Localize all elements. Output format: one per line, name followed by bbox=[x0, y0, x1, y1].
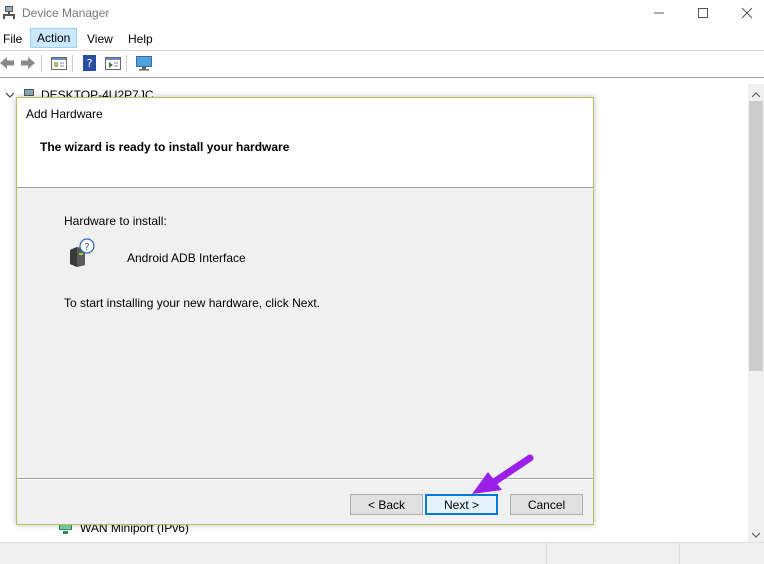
menu-bar: File Action View Help bbox=[0, 27, 764, 50]
svg-text:?: ? bbox=[84, 242, 89, 253]
help-icon[interactable]: ? bbox=[81, 54, 99, 72]
install-instruction: To start installing your new hardware, c… bbox=[64, 296, 321, 310]
status-pane bbox=[679, 543, 764, 564]
maximize-button[interactable] bbox=[680, 0, 726, 27]
close-icon bbox=[741, 7, 753, 19]
status-bar bbox=[0, 542, 764, 564]
minimize-button[interactable] bbox=[636, 0, 682, 27]
svg-text:?: ? bbox=[87, 57, 93, 70]
maximize-icon bbox=[698, 8, 708, 18]
toolbar-separator bbox=[126, 55, 127, 72]
properties-icon[interactable] bbox=[50, 54, 68, 72]
menu-help[interactable]: Help bbox=[122, 30, 159, 48]
toolbar-separator bbox=[72, 55, 73, 72]
dialog-title: Add Hardware bbox=[26, 107, 103, 121]
wizard-body: Hardware to install: ? Android ADB Inter… bbox=[17, 188, 593, 478]
forward-arrow-icon[interactable] bbox=[19, 54, 37, 72]
scroll-up-icon[interactable] bbox=[751, 88, 761, 98]
toolbar: ? bbox=[0, 51, 764, 76]
scrollbar-thumb[interactable] bbox=[749, 101, 763, 371]
close-button[interactable] bbox=[724, 0, 764, 27]
monitor-icon[interactable] bbox=[135, 54, 153, 72]
view-icon[interactable] bbox=[104, 54, 122, 72]
minimize-icon bbox=[654, 12, 664, 14]
hardware-to-install-label: Hardware to install: bbox=[64, 214, 167, 228]
device-manager-icon bbox=[2, 5, 16, 19]
menu-file[interactable]: File bbox=[0, 30, 28, 48]
title-bar: Device Manager bbox=[0, 0, 764, 27]
unknown-device-icon: ? bbox=[67, 238, 97, 268]
wizard-heading: The wizard is ready to install your hard… bbox=[40, 140, 290, 154]
wizard-header: The wizard is ready to install your hard… bbox=[17, 128, 593, 188]
chevron-down-icon[interactable] bbox=[5, 87, 15, 107]
back-arrow-icon[interactable] bbox=[0, 54, 16, 72]
annotation-arrow-icon bbox=[472, 454, 534, 494]
menu-view[interactable]: View bbox=[81, 30, 119, 48]
dialog-caption-bar: Add Hardware bbox=[17, 98, 593, 128]
window-title: Device Manager bbox=[22, 6, 110, 20]
toolbar-divider bbox=[0, 77, 764, 78]
scroll-down-icon[interactable] bbox=[751, 528, 761, 538]
menu-action[interactable]: Action bbox=[30, 28, 78, 48]
toolbar-separator bbox=[41, 55, 42, 72]
vertical-scrollbar[interactable] bbox=[748, 84, 764, 542]
status-pane bbox=[546, 543, 680, 564]
back-button[interactable]: < Back bbox=[350, 494, 423, 515]
hardware-name: Android ADB Interface bbox=[127, 251, 246, 265]
